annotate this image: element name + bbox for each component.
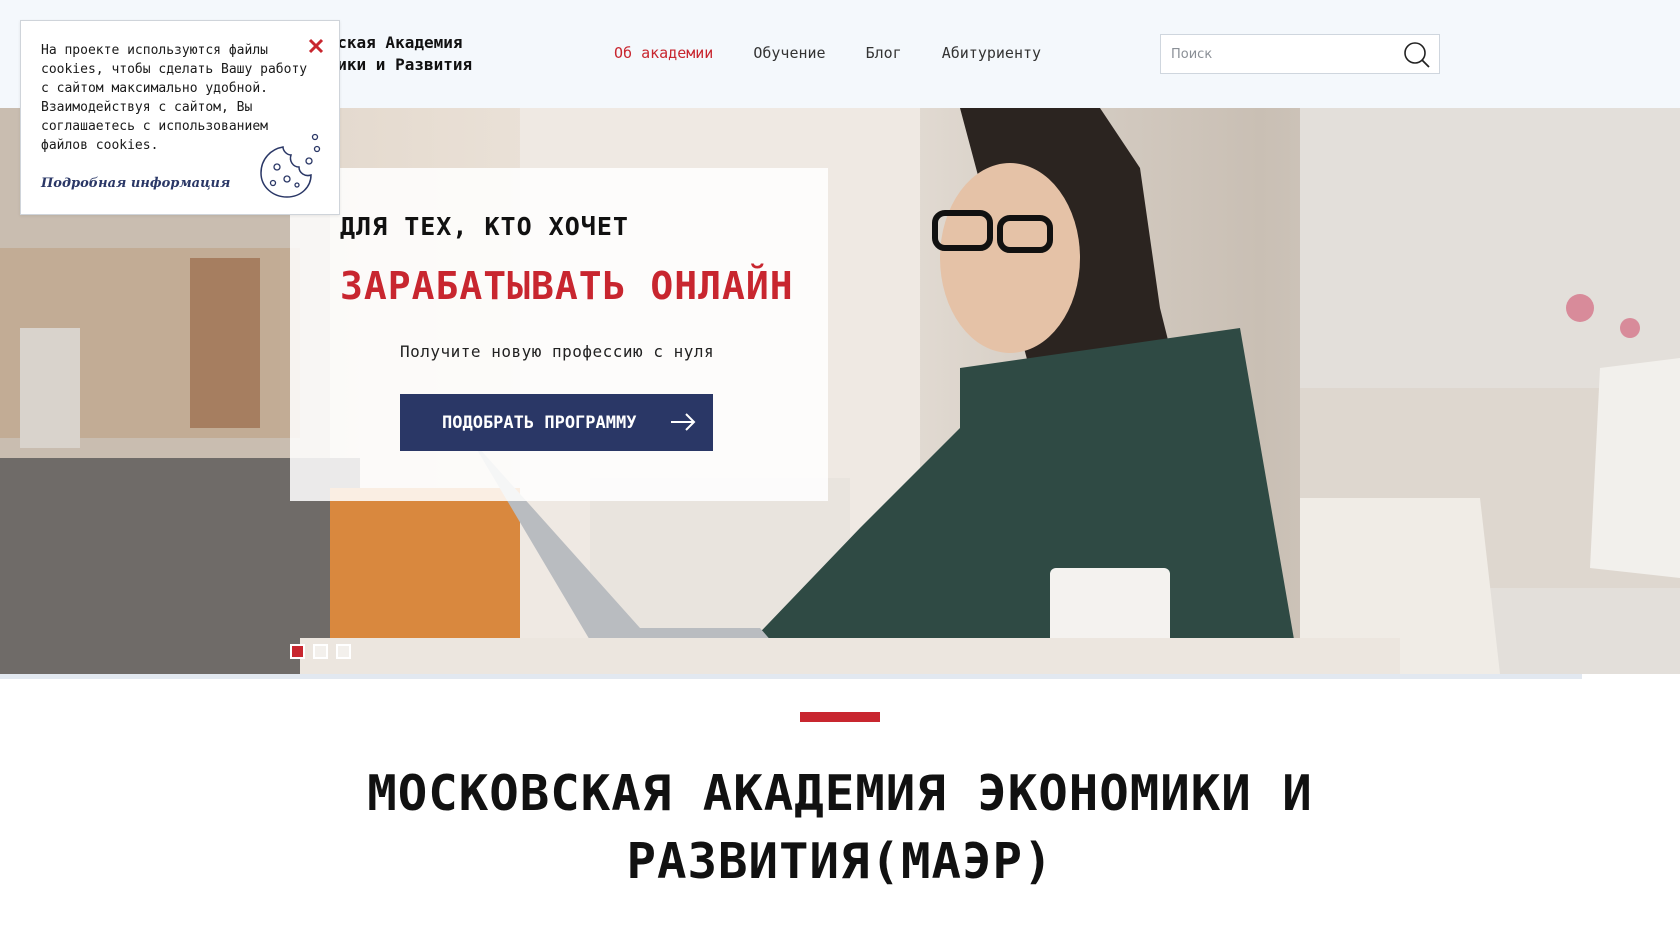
main-nav: Об академии Обучение Блог Абитуриенту	[614, 44, 1041, 62]
logo-line-2: омики и Развития	[318, 55, 473, 74]
section-title: МОСКОВСКАЯ АКАДЕМИЯ ЭКОНОМИКИ И РАЗВИТИЯ…	[340, 760, 1340, 896]
cookie-more-info-link[interactable]: Подробная информация	[41, 176, 230, 191]
choose-program-label: ПОДОБРАТЬ ПРОГРАММУ	[442, 412, 637, 433]
section-accent-bar	[800, 712, 880, 722]
close-icon[interactable]	[307, 37, 325, 55]
slide-dot-3[interactable]	[336, 644, 351, 659]
search-icon[interactable]	[1403, 41, 1431, 69]
logo-line-1: овская Академия	[318, 33, 463, 52]
nav-item-education[interactable]: Обучение	[753, 44, 825, 62]
hero-card: ДЛЯ ТЕХ, КТО ХОЧЕТ ЗАРАБАТЫВАТЬ ОНЛАЙН П…	[290, 168, 828, 501]
choose-program-button[interactable]: ПОДОБРАТЬ ПРОГРАММУ	[400, 394, 713, 451]
slide-dot-1[interactable]	[290, 644, 305, 659]
slider-pagination	[290, 644, 351, 659]
slide-dot-2[interactable]	[313, 644, 328, 659]
search-input[interactable]	[1161, 35, 1391, 73]
cookie-banner: На проекте используются файлы cookies, ч…	[20, 20, 340, 215]
hero-description: Получите новую профессию с нуля	[400, 342, 715, 361]
section-title-line-2: РАЗВИТИЯ(МАЭР)	[626, 833, 1054, 890]
hero-title: ЗАРАБАТЫВАТЬ ОНЛАЙН	[340, 264, 794, 308]
nav-item-about[interactable]: Об академии	[614, 44, 713, 62]
search-box	[1160, 34, 1440, 74]
hero-divider	[0, 674, 1582, 679]
cookie-icon	[253, 131, 325, 207]
section-title-line-1: МОСКОВСКАЯ АКАДЕМИЯ ЭКОНОМИКИ И	[367, 765, 1313, 822]
logo[interactable]: овская Академия омики и Развития	[318, 32, 472, 76]
hero-subtitle: ДЛЯ ТЕХ, КТО ХОЧЕТ	[340, 212, 629, 241]
arrow-right-icon	[669, 412, 697, 437]
nav-item-blog[interactable]: Блог	[866, 44, 902, 62]
nav-item-applicants[interactable]: Абитуриенту	[942, 44, 1041, 62]
